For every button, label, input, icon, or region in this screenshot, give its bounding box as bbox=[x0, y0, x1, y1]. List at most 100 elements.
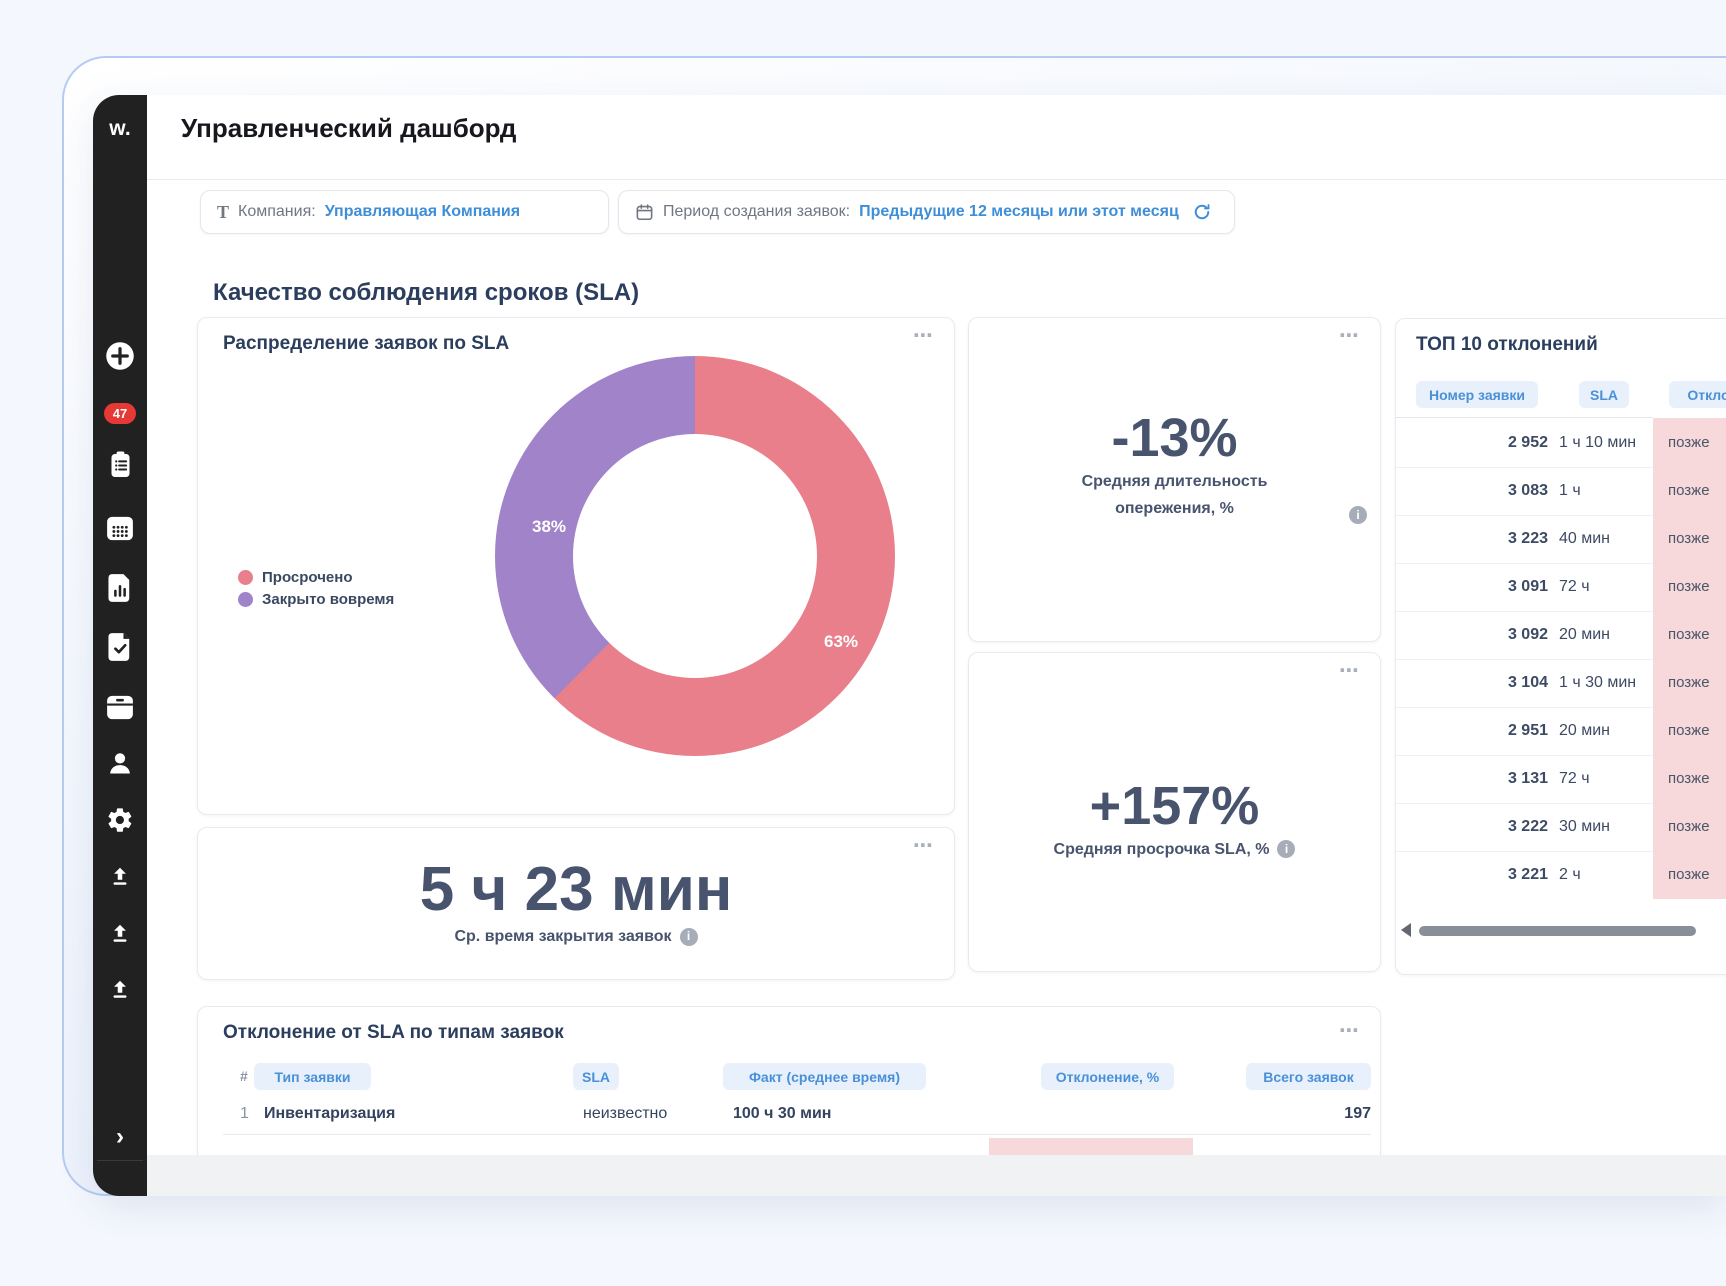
column-header-request-type[interactable]: Тип заявки bbox=[254, 1063, 371, 1090]
donut-slice-label-ontime: 38% bbox=[532, 517, 566, 537]
card-menu-icon[interactable]: ⋯ bbox=[913, 326, 934, 346]
legend-dot-red bbox=[238, 570, 253, 585]
legend-label: Закрыто вовремя bbox=[262, 591, 394, 608]
info-icon[interactable]: i bbox=[1277, 840, 1295, 858]
row-divider bbox=[223, 1134, 1371, 1135]
header-divider bbox=[147, 179, 1726, 180]
info-icon[interactable]: i bbox=[680, 928, 698, 946]
column-header-fact[interactable]: Факт (среднее время) bbox=[723, 1063, 926, 1090]
app-logo: w. bbox=[93, 117, 147, 141]
table-row[interactable]: 3 091 72 ч позже bbox=[1396, 563, 1726, 611]
app-window: w. 47 › Управленческий дашборд T Компани… bbox=[93, 95, 1726, 1196]
upload-icon bbox=[107, 864, 133, 890]
gear-icon bbox=[106, 806, 134, 834]
section-title: Качество соблюдения сроков (SLA) bbox=[213, 279, 639, 307]
sla-value: 30 мин bbox=[1559, 803, 1610, 851]
sidebar-item-approvals[interactable] bbox=[105, 630, 135, 664]
deviation-value: позже bbox=[1668, 611, 1710, 659]
legend-item-ontime[interactable]: Закрыто вовремя bbox=[238, 588, 394, 610]
column-header-sla[interactable]: SLA bbox=[573, 1063, 619, 1090]
table-row[interactable]: 3 22340 минпозже bbox=[1396, 515, 1726, 563]
sidebar-item-upload-1[interactable] bbox=[105, 860, 135, 894]
cell-index: 1 bbox=[240, 1096, 254, 1132]
sidebar-item-notifications[interactable]: 47 bbox=[105, 396, 135, 430]
request-number: 2 951 bbox=[1416, 707, 1548, 755]
request-number: 3 083 bbox=[1416, 467, 1548, 515]
legend-item-overdue[interactable]: Просрочено bbox=[238, 566, 394, 588]
avg-lead-time-card: ⋯ -13% Средняя длительность опережения, … bbox=[968, 317, 1381, 642]
legend-dot-purple bbox=[238, 592, 253, 607]
sla-value: 72 ч bbox=[1559, 563, 1590, 611]
company-filter-value[interactable]: Управляющая Компания bbox=[325, 203, 520, 221]
request-number: 3 091 bbox=[1416, 563, 1548, 611]
sidebar-item-add[interactable] bbox=[105, 339, 135, 373]
avg-overdue-value: +157% bbox=[1090, 776, 1260, 836]
deviation-value: позже bbox=[1668, 707, 1710, 755]
table-row[interactable]: 2 9521 ч 10 минпозже bbox=[1396, 419, 1726, 467]
column-header-deviation-pct[interactable]: Отклонение, % bbox=[1041, 1063, 1174, 1090]
table-row[interactable]: 2 95120 минпозже bbox=[1396, 707, 1726, 755]
column-header-sla[interactable]: SLA bbox=[1579, 381, 1629, 408]
avg-overdue-label: Средняя просрочка SLA, %i bbox=[1054, 836, 1296, 863]
table-row[interactable]: 3 2212 чпозже bbox=[1396, 851, 1726, 899]
avg-lead-time-content: -13% Средняя длительность опережения, % bbox=[969, 318, 1380, 641]
column-header-deviation[interactable]: Отклонение bbox=[1669, 381, 1726, 408]
refresh-icon[interactable] bbox=[1192, 202, 1212, 222]
top10-deviations-card: ТОП 10 отклонений Номер заявки SLA Откло… bbox=[1395, 318, 1726, 975]
table-row[interactable]: 3 13172 чпозже bbox=[1396, 755, 1726, 803]
sidebar-item-profile[interactable] bbox=[105, 746, 135, 780]
company-filter-chip[interactable]: T Компания: Управляющая Компания bbox=[200, 190, 609, 234]
period-filter-value[interactable]: Предыдущие 12 месяцы или этот месяц bbox=[859, 203, 1179, 221]
sidebar-item-archive[interactable] bbox=[105, 690, 135, 724]
column-header-request-number[interactable]: Номер заявки bbox=[1416, 381, 1538, 408]
sidebar-item-tasks[interactable] bbox=[105, 448, 135, 482]
table-row[interactable]: 3 1041 ч 30 минпозже bbox=[1396, 659, 1726, 707]
archive-icon bbox=[105, 694, 135, 721]
table-row[interactable]: 3 09220 минпозже bbox=[1396, 611, 1726, 659]
period-filter-chip[interactable]: Период создания заявок: Предыдущие 12 ме… bbox=[618, 190, 1235, 234]
legend-label: Просрочено bbox=[262, 569, 352, 586]
donut-hole bbox=[573, 434, 817, 678]
request-number: 3 131 bbox=[1416, 755, 1548, 803]
avg-close-time-card: ⋯ 5 ч 23 мин Ср. время закрытия заявокi bbox=[197, 827, 955, 980]
sidebar-item-upload-3[interactable] bbox=[105, 973, 135, 1007]
deviation-value: позже bbox=[1668, 419, 1710, 467]
sla-value: 2 ч bbox=[1559, 851, 1581, 899]
avg-overdue-card: ⋯ +157% Средняя просрочка SLA, %i bbox=[968, 652, 1381, 972]
deviation-value: позже bbox=[1668, 659, 1710, 707]
cell-deviation bbox=[1041, 1096, 1174, 1132]
doc-check-icon bbox=[107, 632, 133, 662]
notification-badge: 47 bbox=[104, 403, 136, 424]
clipboard-icon bbox=[107, 450, 134, 480]
scrollbar-left-arrow[interactable] bbox=[1401, 923, 1411, 937]
sidebar-item-calendar[interactable] bbox=[105, 511, 135, 545]
column-header-total[interactable]: Всего заявок bbox=[1246, 1063, 1371, 1090]
sidebar-item-reports[interactable] bbox=[105, 571, 135, 605]
sla-distribution-card: Распределение заявок по SLA ⋯ 63% 38% Пр… bbox=[197, 317, 955, 815]
table-row[interactable]: 3 22230 минпозже bbox=[1396, 803, 1726, 851]
sla-donut-chart[interactable]: 63% 38% bbox=[495, 356, 895, 756]
upload-icon bbox=[107, 921, 133, 947]
sla-value: 20 мин bbox=[1559, 611, 1610, 659]
text-format-icon: T bbox=[217, 202, 229, 223]
company-filter-label: Компания: bbox=[238, 203, 316, 221]
deviation-value: позже bbox=[1668, 755, 1710, 803]
card-menu-icon[interactable]: ⋯ bbox=[1339, 1021, 1360, 1041]
deviation-value: позже bbox=[1668, 563, 1710, 611]
sidebar-item-settings[interactable] bbox=[105, 803, 135, 837]
sidebar-item-upload-2[interactable] bbox=[105, 917, 135, 951]
deviation-value: позже bbox=[1668, 467, 1710, 515]
sla-distribution-title: Распределение заявок по SLA bbox=[223, 333, 509, 355]
page-title: Управленческий дашборд bbox=[181, 113, 516, 144]
info-icon[interactable]: i bbox=[1349, 506, 1367, 524]
request-number: 3 223 bbox=[1416, 515, 1548, 563]
request-number: 3 222 bbox=[1416, 803, 1548, 851]
avg-close-time-label: Ср. время закрытия заявокi bbox=[454, 923, 697, 950]
table-row[interactable]: 3 0831 чпозже bbox=[1396, 467, 1726, 515]
person-icon bbox=[106, 749, 134, 777]
sidebar-expand-chevron-icon[interactable]: › bbox=[93, 1123, 147, 1151]
cell-total: 197 bbox=[1246, 1096, 1371, 1132]
sla-value: 1 ч 30 мин bbox=[1559, 659, 1636, 707]
horizontal-scrollbar-thumb[interactable] bbox=[1419, 926, 1696, 936]
sidebar: w. 47 › bbox=[93, 95, 147, 1196]
